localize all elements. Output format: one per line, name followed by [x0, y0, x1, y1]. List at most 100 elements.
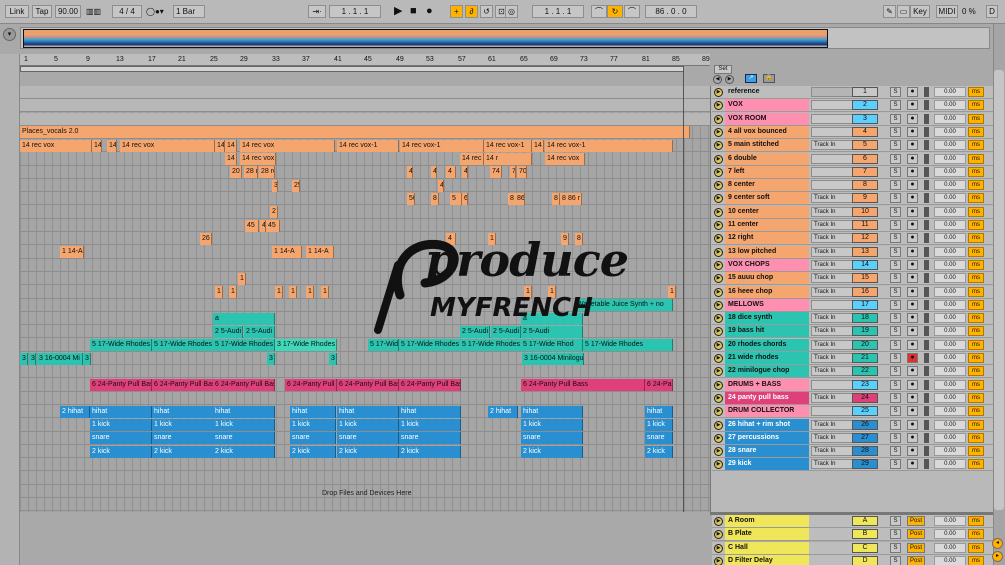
volume-field[interactable]: 0.00 — [934, 87, 966, 97]
post-button[interactable]: Post — [907, 555, 925, 565]
arrangement-clip[interactable]: 2 kick — [213, 445, 275, 458]
volume-field[interactable]: 0.00 — [934, 516, 966, 526]
arm-button[interactable]: ● — [907, 193, 918, 204]
arrangement-clip[interactable]: snare — [521, 432, 583, 445]
volume-field[interactable]: 0.00 — [934, 406, 966, 417]
track-name[interactable]: 15 auuu chop — [725, 272, 809, 285]
arm-button[interactable]: ● — [907, 299, 918, 310]
arrangement-clip[interactable]: hihat — [290, 405, 336, 418]
solo-button[interactable]: S — [890, 113, 901, 124]
solo-button[interactable]: S — [890, 313, 901, 324]
loop-length-field[interactable]: 86 . 0 . 0 — [645, 5, 697, 18]
track-delay-unit[interactable]: ms — [968, 220, 984, 230]
track-number[interactable]: 29 — [852, 459, 878, 470]
track-activator-icon[interactable]: ▶ — [714, 167, 723, 177]
track-number[interactable]: 5 — [852, 140, 878, 151]
track-activator-icon[interactable]: ▶ — [714, 141, 723, 151]
arrangement-clip[interactable]: 1 kick — [152, 419, 214, 431]
arrangement-clip[interactable]: snare — [337, 432, 399, 445]
arrangement-clip[interactable]: 2 hihat — [488, 405, 518, 418]
track-row[interactable]: ▶ 10 center Track In 10 S ● 0.00 ms — [712, 205, 993, 219]
arrangement-clip[interactable]: 1 kick — [90, 419, 152, 431]
volume-field[interactable]: 0.00 — [934, 246, 966, 257]
arrangement-clip[interactable]: 26 — [200, 232, 212, 245]
track-delay-unit[interactable]: ms — [968, 406, 984, 417]
return-track-name[interactable]: D Filter Delay — [725, 554, 809, 565]
track-name[interactable]: VOX CHOPS — [725, 258, 809, 271]
volume-field[interactable]: 0.00 — [934, 113, 966, 124]
volume-field[interactable]: 0.00 — [934, 446, 966, 457]
arm-button[interactable]: ● — [907, 140, 918, 151]
track-number[interactable]: 23 — [852, 379, 878, 390]
track-delay-unit[interactable]: ms — [968, 555, 984, 565]
arrangement-clip[interactable]: 2 kick — [337, 445, 399, 458]
arrangement-clip[interactable]: 1 — [275, 286, 283, 298]
solo-button[interactable]: S — [890, 446, 901, 457]
track-number[interactable]: 1 — [852, 87, 878, 97]
arrangement-clip[interactable]: 14 — [107, 139, 117, 152]
solo-button[interactable]: S — [890, 555, 901, 565]
track-number[interactable]: 7 — [852, 166, 878, 177]
arrangement-clip[interactable]: 5 17-Wid — [368, 339, 399, 352]
return-track-row[interactable]: ▶ D Filter Delay D S Post 0.00 ms — [712, 554, 993, 565]
key-map-button[interactable]: Key — [910, 5, 930, 18]
drop-zone-label[interactable]: Drop Files and Devices Here — [322, 490, 411, 497]
track-row[interactable]: ▶ 7 left 7 S ● 0.00 ms — [712, 165, 993, 179]
volume-field[interactable]: 0.00 — [934, 153, 966, 164]
track-delay-unit[interactable]: ms — [968, 339, 984, 350]
arm-button[interactable]: ● — [907, 87, 918, 97]
volume-field[interactable]: 0.00 — [934, 140, 966, 151]
arm-button[interactable]: ● — [907, 100, 918, 111]
track-number[interactable]: 10 — [852, 206, 878, 217]
arrangement-clip[interactable]: 1 kick — [521, 419, 583, 431]
zoom-icon[interactable]: ◂ — [992, 538, 1003, 549]
solo-button[interactable]: S — [890, 392, 901, 403]
arrangement-clip[interactable]: 6 24-Panty Pull Bas — [213, 379, 275, 392]
arrangement-clip[interactable]: a — [213, 312, 275, 325]
track-lane[interactable] — [20, 458, 710, 472]
arm-button[interactable]: ● — [907, 113, 918, 124]
track-lane[interactable] — [20, 498, 710, 512]
track-row[interactable]: ▶ 11 center Track In 11 S ● 0.00 ms — [712, 219, 993, 232]
solo-button[interactable]: S — [890, 353, 901, 363]
quantize-dropdown[interactable]: 1 Bar — [173, 5, 205, 18]
arrangement-clip[interactable]: 3 — [272, 179, 278, 192]
follow-button[interactable]: ⇥· — [308, 5, 326, 18]
volume-field[interactable]: 0.00 — [934, 379, 966, 390]
automation-arm-button[interactable]: ∂ — [465, 5, 478, 18]
return-track-letter[interactable]: D — [852, 555, 878, 565]
track-number[interactable]: 16 — [852, 286, 878, 297]
track-activator-icon[interactable]: ▶ — [714, 194, 723, 204]
track-number[interactable]: 28 — [852, 446, 878, 457]
volume-field[interactable]: 0.00 — [934, 100, 966, 111]
volume-field[interactable]: 0.00 — [934, 286, 966, 297]
track-delay-unit[interactable]: ms — [968, 180, 984, 191]
track-row[interactable]: ▶ DRUMS + BASS 23 S ● 0.00 ms — [712, 378, 993, 392]
track-activator-icon[interactable]: ▶ — [714, 530, 723, 540]
solo-button[interactable]: S — [890, 299, 901, 310]
arrangement-clip[interactable]: 14 rec vox-1 — [484, 139, 532, 152]
arrangement-clip[interactable]: 3 16-0004 Mi — [37, 352, 83, 365]
track-name[interactable]: 19 bass hit — [725, 325, 809, 338]
track-row[interactable]: ▶ 27 percussions Track In 27 S ● 0.00 ms — [712, 431, 993, 445]
volume-field[interactable]: 0.00 — [934, 366, 966, 377]
track-lane[interactable] — [20, 99, 710, 113]
volume-field[interactable]: 0.00 — [934, 313, 966, 324]
time-signature-field[interactable]: 4 / 4 — [112, 5, 142, 18]
track-activator-icon[interactable]: ▶ — [714, 300, 723, 310]
track-number[interactable]: 22 — [852, 366, 878, 377]
arrangement-clip[interactable]: 3 16-0004 Minilogu — [522, 352, 584, 365]
arrangement-clip[interactable]: 5 17-Wide Rhodes — [152, 339, 214, 352]
arm-button[interactable]: ● — [907, 353, 918, 363]
stop-icon[interactable]: ■ — [410, 5, 417, 18]
arm-button[interactable]: ● — [907, 126, 918, 137]
arm-button[interactable]: ● — [907, 259, 918, 270]
track-activator-icon[interactable]: ▶ — [714, 517, 723, 526]
arrangement-clip[interactable]: 6 24-Panty Pull Bas — [399, 379, 461, 392]
arrangement-clip[interactable]: 14 rec vox — [460, 153, 484, 165]
solo-button[interactable]: S — [890, 516, 901, 526]
post-button[interactable]: Post — [907, 529, 925, 540]
next-locator-icon[interactable]: ▶ — [725, 75, 734, 84]
track-name[interactable]: 8 center — [725, 179, 809, 192]
arrangement-clip[interactable]: 14 rec vox — [240, 139, 335, 152]
